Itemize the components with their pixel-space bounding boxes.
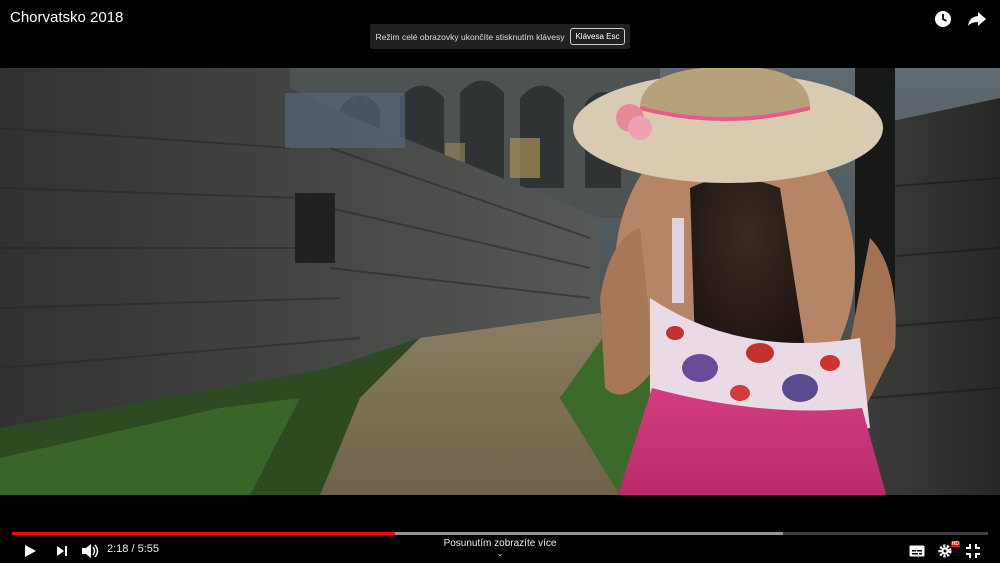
volume-icon [82, 544, 99, 558]
hd-badge: HD [950, 541, 960, 547]
video-title: Chorvatsko 2018 [10, 9, 124, 26]
esc-key-badge: Klávesa Esc [570, 28, 625, 45]
volume-button[interactable] [79, 540, 101, 562]
exit-fullscreen-icon [966, 544, 980, 558]
video-scene [0, 68, 1000, 495]
top-actions [932, 8, 988, 30]
video-frame[interactable] [0, 68, 1000, 495]
play-button[interactable] [19, 540, 41, 562]
fullscreen-notice-text: Režim celé obrazovky ukončíte stisknutím… [375, 31, 565, 42]
clock-icon[interactable] [932, 8, 954, 30]
next-icon [57, 546, 67, 556]
time-display: 2:18 / 5:55 [107, 543, 159, 555]
settings-button[interactable]: HD [934, 540, 960, 562]
share-arrow-icon[interactable] [966, 8, 988, 30]
subtitles-button[interactable] [906, 540, 928, 562]
play-icon [25, 545, 36, 557]
progress-bar[interactable] [12, 532, 988, 535]
fullscreen-exit-notice: Režim celé obrazovky ukončíte stisknutím… [370, 24, 630, 49]
player-controls: 2:18 / 5:55 Posunutím zobrazíte více ⌄ H… [0, 538, 1000, 563]
subtitles-icon [909, 545, 925, 557]
chevron-down-icon: ⌄ [496, 549, 504, 558]
exit-fullscreen-button[interactable] [962, 540, 984, 562]
progress-played [12, 532, 395, 535]
scroll-for-more-hint[interactable]: Posunutím zobrazíte více ⌄ [400, 538, 600, 558]
next-button[interactable] [51, 540, 73, 562]
scroll-hint-text: Posunutím zobrazíte více [443, 538, 557, 549]
